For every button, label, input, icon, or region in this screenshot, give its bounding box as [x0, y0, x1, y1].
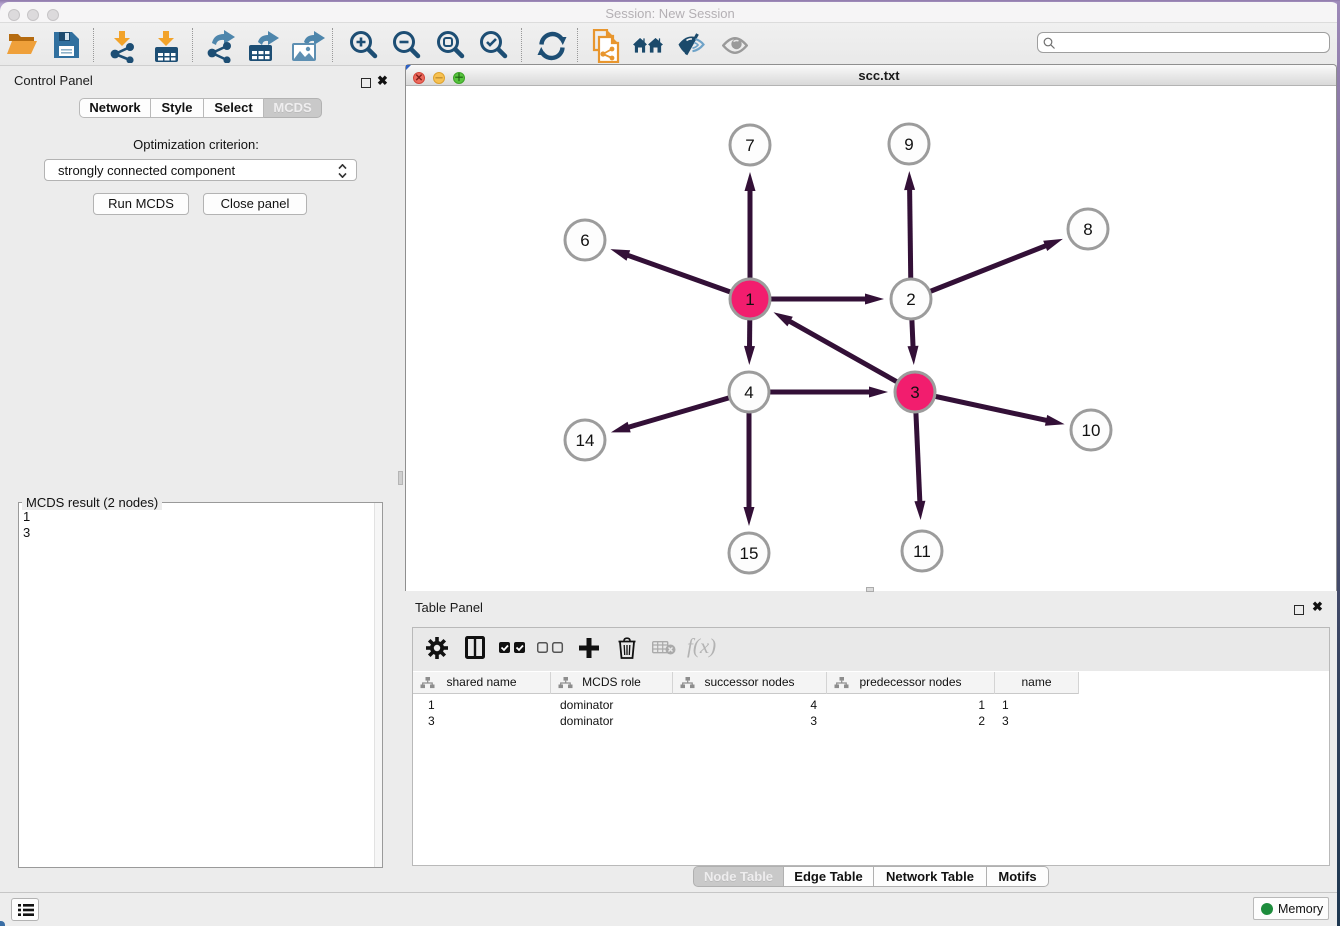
svg-text:11: 11 [913, 542, 931, 561]
svg-text:15: 15 [740, 544, 759, 563]
svg-text:6: 6 [580, 231, 589, 250]
svg-text:3: 3 [910, 383, 919, 402]
svg-text:9: 9 [904, 135, 913, 154]
svg-text:2: 2 [906, 290, 915, 309]
svg-text:14: 14 [576, 431, 595, 450]
svg-text:8: 8 [1083, 220, 1092, 239]
svg-text:10: 10 [1082, 421, 1101, 440]
svg-text:4: 4 [744, 383, 753, 402]
svg-text:1: 1 [745, 290, 754, 309]
svg-text:7: 7 [745, 136, 754, 155]
